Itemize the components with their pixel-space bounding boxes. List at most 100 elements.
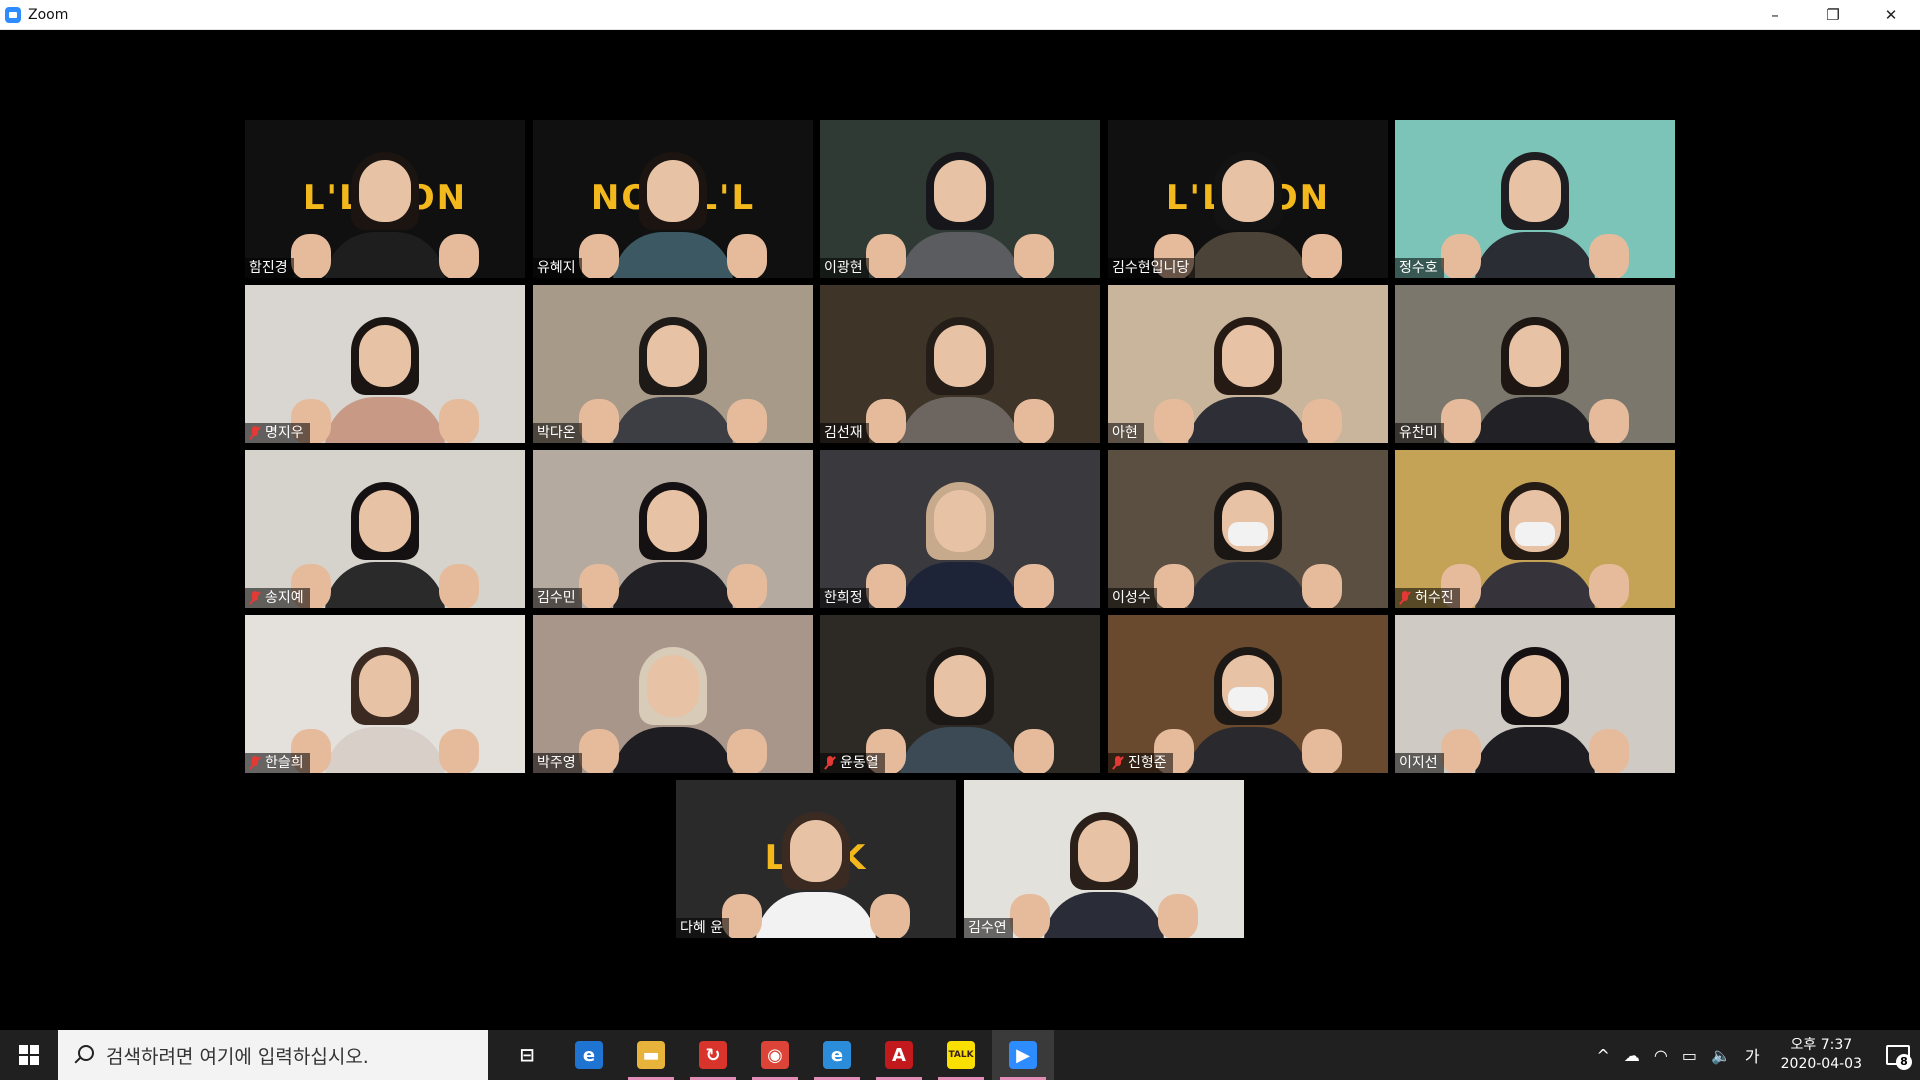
right-hand <box>439 564 479 608</box>
left-hand <box>1441 399 1481 443</box>
ie-taskbar-button[interactable]: e <box>806 1030 868 1080</box>
participant-video-tile[interactable]: L'LI ION 함진경 <box>245 120 525 278</box>
notification-count-badge: 8 <box>1896 1054 1912 1070</box>
taskbar-clock[interactable]: 오후 7:37 2020-04-03 <box>1781 1036 1862 1074</box>
file-explorer-taskbar-button[interactable]: ▬ <box>620 1030 682 1080</box>
participant-figure <box>1154 148 1342 278</box>
participant-figure <box>866 643 1054 773</box>
participant-video-tile[interactable]: 한희정 <box>820 450 1100 608</box>
participant-video-tile[interactable]: 김수민 <box>533 450 813 608</box>
participant-name-label: 진형준 <box>1108 753 1173 773</box>
participant-video-tile[interactable]: 김선재 <box>820 285 1100 443</box>
task-view-icon: ⊟ <box>513 1041 541 1069</box>
participant-video-tile[interactable]: 송지예 <box>245 450 525 608</box>
participant-name-label: 박다온 <box>533 423 582 443</box>
participant-video-tile[interactable]: 유찬미 <box>1395 285 1675 443</box>
chrome-icon: ◉ <box>761 1041 789 1069</box>
participant-body <box>613 232 733 278</box>
participant-face <box>934 490 986 552</box>
zoom-icon: ▶ <box>1009 1041 1037 1069</box>
clock-time: 오후 7:37 <box>1790 1037 1853 1053</box>
window-title: Zoom <box>28 6 69 23</box>
kakaotalk-taskbar-button[interactable]: TALK <box>930 1030 992 1080</box>
participant-body <box>1475 232 1595 278</box>
participant-face <box>359 325 411 387</box>
restore-button[interactable]: ❐ <box>1804 0 1862 29</box>
onedrive-cloud-icon[interactable]: ☁ <box>1624 1046 1640 1065</box>
ie-icon: e <box>823 1041 851 1069</box>
participant-figure <box>579 643 767 773</box>
participant-name-label: 다혜 윤 <box>676 918 730 938</box>
participant-face <box>359 490 411 552</box>
participant-video-tile[interactable]: L'LIK다혜 윤 <box>676 780 956 938</box>
participant-video-tile[interactable]: NOI IL'L 유혜지 <box>533 120 813 278</box>
participant-body <box>900 562 1020 608</box>
participant-body <box>325 562 445 608</box>
participant-video-tile[interactable]: 명지우 <box>245 285 525 443</box>
participant-video-tile[interactable]: 아현 <box>1108 285 1388 443</box>
participant-video-tile[interactable]: 이지선 <box>1395 615 1675 773</box>
right-hand <box>870 894 910 938</box>
participant-video-tile[interactable]: 김수연 <box>964 780 1244 938</box>
participant-figure <box>722 808 910 938</box>
participant-body <box>756 892 876 938</box>
battery-icon[interactable]: ▭ <box>1682 1046 1697 1065</box>
participant-video-tile[interactable]: 박다온 <box>533 285 813 443</box>
participant-video-tile[interactable]: 정수호 <box>1395 120 1675 278</box>
right-hand <box>727 564 767 608</box>
show-hidden-icons-chevron-icon[interactable]: ^ <box>1596 1046 1609 1065</box>
participant-figure <box>1154 478 1342 608</box>
mic-muted-icon <box>1399 591 1411 605</box>
participant-face <box>934 160 986 222</box>
left-hand <box>1010 894 1050 938</box>
task-view-taskbar-button[interactable]: ⊟ <box>496 1030 558 1080</box>
action-center-button[interactable]: 8 <box>1876 1030 1920 1080</box>
participant-body <box>1475 397 1595 443</box>
participant-face <box>359 655 411 717</box>
ime-indicator[interactable]: 가 <box>1745 1043 1760 1067</box>
participant-name-label: 김선재 <box>820 423 869 443</box>
participant-figure <box>291 148 479 278</box>
wifi-icon[interactable]: ◠ <box>1654 1046 1668 1065</box>
participant-name-label: 아현 <box>1108 423 1144 443</box>
participant-video-tile[interactable]: 박주영 <box>533 615 813 773</box>
participant-face <box>1509 160 1561 222</box>
participant-name: 허수진 <box>1415 590 1454 606</box>
chrome-taskbar-button[interactable]: ◉ <box>744 1030 806 1080</box>
participant-video-tile[interactable]: 진형준 <box>1108 615 1388 773</box>
right-hand <box>1014 399 1054 443</box>
participant-body <box>900 232 1020 278</box>
right-hand <box>727 399 767 443</box>
participant-name: 김선재 <box>824 425 863 441</box>
participant-video-tile[interactable]: 한슬희 <box>245 615 525 773</box>
start-button[interactable] <box>0 1030 58 1080</box>
edge-taskbar-button[interactable]: e <box>558 1030 620 1080</box>
participant-name: 김수민 <box>537 590 576 606</box>
sync-app-taskbar-button[interactable]: ↻ <box>682 1030 744 1080</box>
taskbar-search-box[interactable]: 검색하려면 여기에 입력하십시오. <box>58 1030 488 1080</box>
participant-body <box>1475 727 1595 773</box>
left-hand <box>579 564 619 608</box>
close-button[interactable]: ✕ <box>1862 0 1920 29</box>
participant-body <box>325 727 445 773</box>
participant-video-tile[interactable]: 윤동열 <box>820 615 1100 773</box>
participant-face <box>647 160 699 222</box>
participant-video-tile[interactable]: 이성수 <box>1108 450 1388 608</box>
participant-body <box>1188 727 1308 773</box>
participant-video-tile[interactable]: 이광현 <box>820 120 1100 278</box>
participant-face <box>647 655 699 717</box>
gallery-view: L'LI ION 함진경 NOI IL'L 유혜지 이광현 L'LI ION 김수현입니당 정… <box>0 30 1920 1030</box>
participant-name: 유혜지 <box>537 260 576 276</box>
right-hand <box>727 234 767 278</box>
acrobat-taskbar-button[interactable]: A <box>868 1030 930 1080</box>
participant-name-label: 박주영 <box>533 753 582 773</box>
participant-video-tile[interactable]: 허수진 <box>1395 450 1675 608</box>
minimize-button[interactable]: – <box>1746 0 1804 29</box>
participant-name-label: 김수연 <box>964 918 1013 938</box>
clock-date: 2020-04-03 <box>1780 1056 1862 1072</box>
participant-video-tile[interactable]: L'LI ION 김수현입니당 <box>1108 120 1388 278</box>
mic-muted-icon <box>1112 756 1124 770</box>
participant-face <box>359 160 411 222</box>
zoom-taskbar-button[interactable]: ▶ <box>992 1030 1054 1080</box>
volume-icon[interactable]: 🔈 <box>1711 1046 1731 1065</box>
